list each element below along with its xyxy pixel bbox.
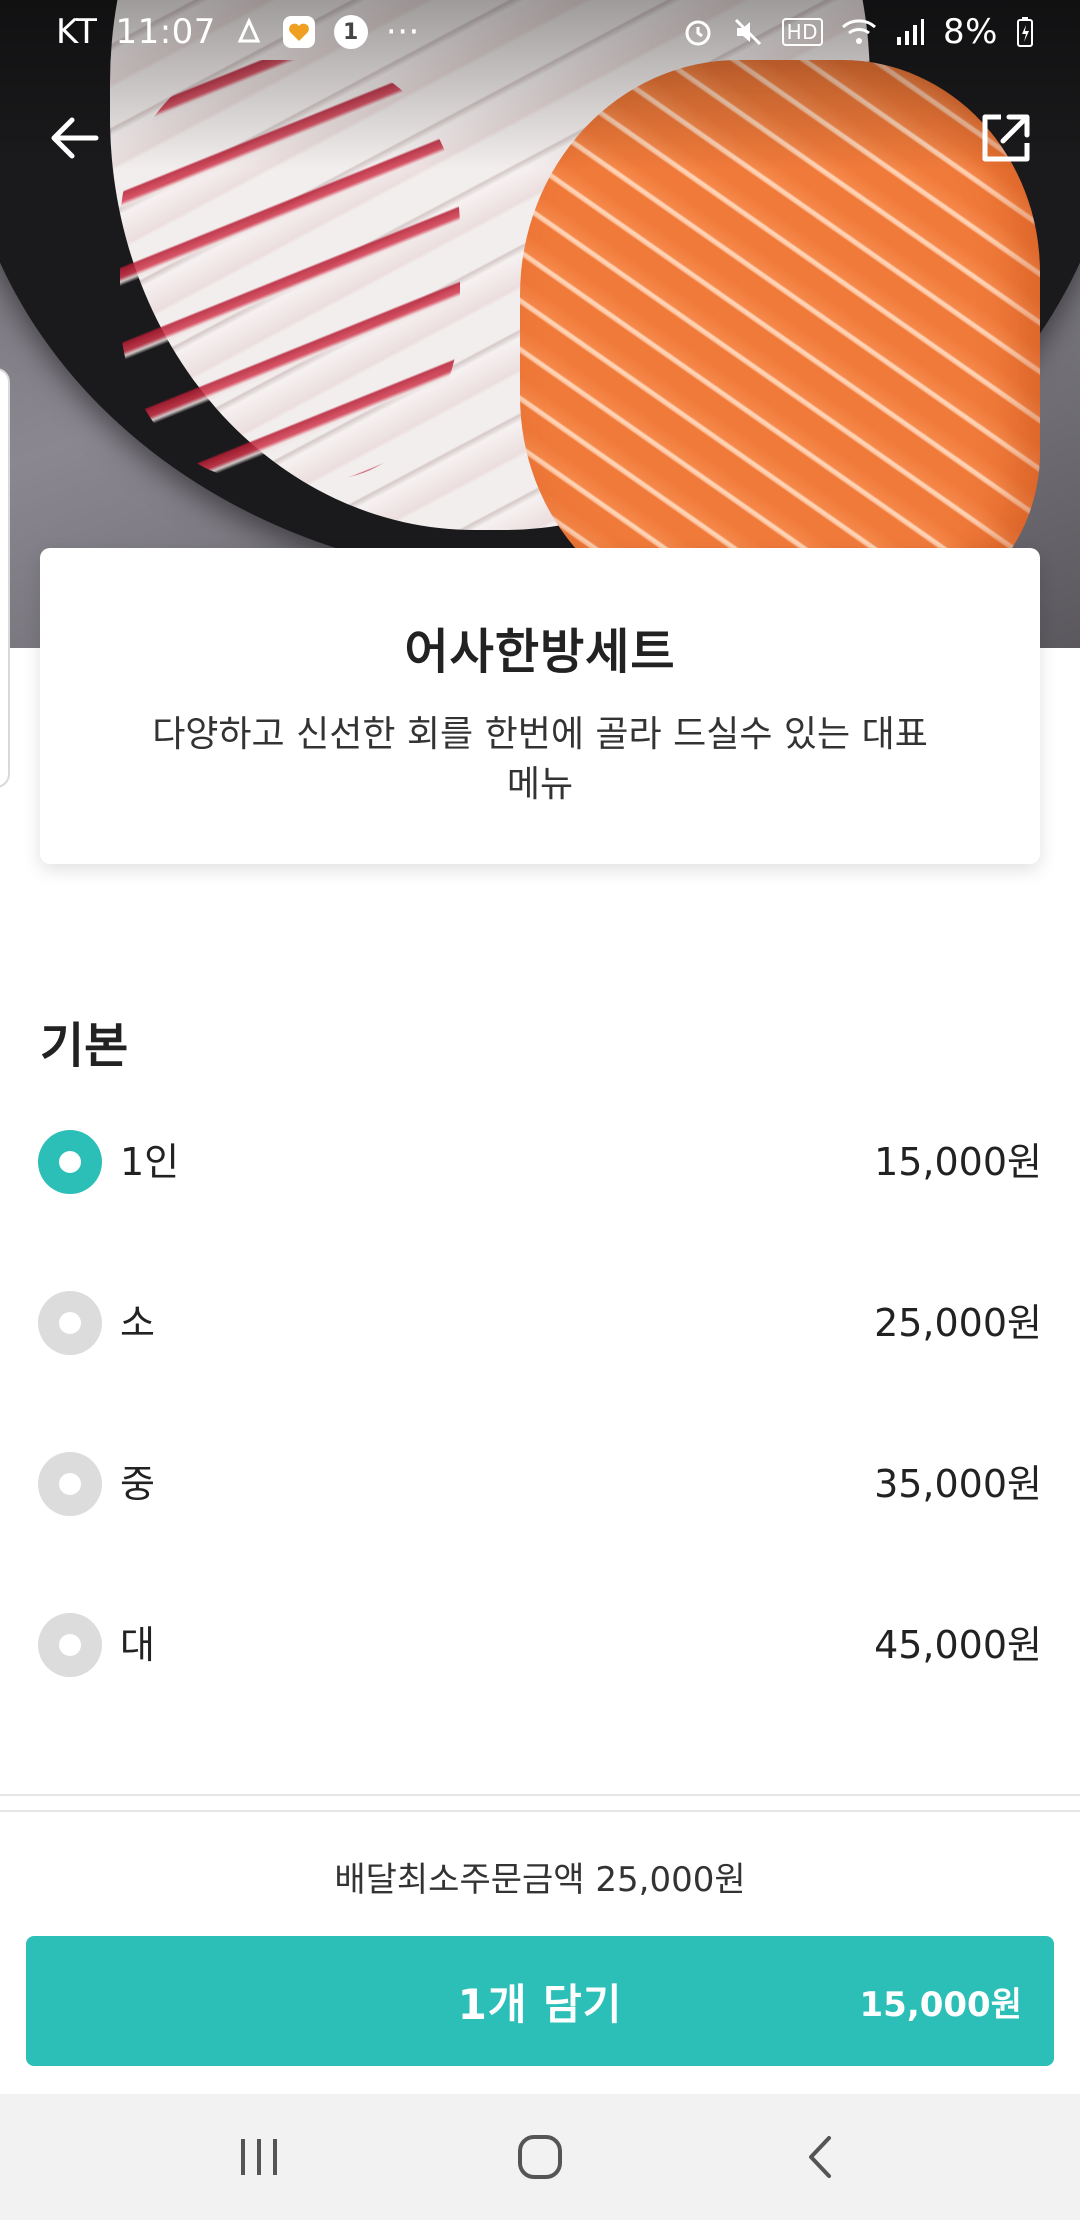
option-row-소[interactable]: 소 25,000원 [38,1291,1042,1452]
home-icon [518,2135,562,2179]
carrier-label: KT [56,12,98,52]
side-panel-edge[interactable] [0,368,10,788]
hd-icon: HD [781,18,824,46]
footer-divider [0,1810,1080,1812]
status-left: KT 11:07 1 ··· [56,12,420,52]
notification-icon [234,17,264,47]
radio-unselected-icon[interactable] [38,1613,102,1677]
wifi-icon [841,17,877,47]
radio-unselected-icon[interactable] [38,1452,102,1516]
back-arrow-icon [51,117,99,159]
alarm-icon [682,16,714,48]
more-notifications-icon: ··· [385,12,420,52]
menu-description: 다양하고 신선한 회를 한번에 골라 드실수 있는 대표메뉴 [152,714,928,805]
heart-app-icon [282,15,316,49]
add-to-cart-label: 1개 담기 [457,1979,623,2029]
menu-info-card: 어사한방세트 다양하고 신선한 회를 한번에 골라 드실수 있는 대표메뉴 [40,548,1040,864]
home-button[interactable] [490,2117,590,2197]
option-label: 1인 [120,1140,180,1184]
min-order-notice: 배달최소주문금액 25,000원 [334,1860,746,1900]
option-list: 1인 15,000원 소 25,000원 중 35,000원 대 45,000원 [38,1130,1042,1774]
app-badge-icon: 1 [333,15,368,49]
system-back-button[interactable] [770,2117,870,2197]
menu-title: 어사한방세트 [404,624,676,680]
status-bar: KT 11:07 1 ··· HD 8% [0,0,1080,64]
option-section-title: 기본 [40,1018,129,1074]
option-price: 25,000원 [874,1301,1042,1345]
radio-unselected-icon[interactable] [38,1291,102,1355]
battery-level: 8% [943,12,998,52]
option-row-중[interactable]: 중 35,000원 [38,1452,1042,1613]
mute-icon [732,16,764,48]
option-row-1인[interactable]: 1인 15,000원 [38,1130,1042,1291]
share-button[interactable] [966,98,1046,178]
clock: 11:07 [115,12,216,52]
option-label: 중 [120,1462,155,1506]
option-price: 35,000원 [874,1462,1042,1506]
system-back-icon [809,2136,831,2178]
option-label: 소 [120,1301,155,1345]
radio-selected-icon[interactable] [38,1130,102,1194]
recents-icon [241,2139,277,2175]
add-to-cart-price: 15,000원 [859,1984,1022,2025]
option-label: 대 [120,1623,155,1667]
add-to-cart-button[interactable]: 1개 담기 15,000원 [26,1936,1054,2066]
signal-icon [895,17,925,47]
menu-detail-screen: KT 11:07 1 ··· HD 8% 어사한방세트 다양하고 신선한 회를 … [0,0,1080,2220]
option-price: 15,000원 [874,1140,1042,1184]
system-nav-bar [0,2094,1080,2220]
footer-divider [0,1794,1080,1796]
option-price: 45,000원 [874,1623,1042,1667]
share-icon [982,114,1030,162]
back-button[interactable] [34,98,114,178]
battery-icon [1016,16,1034,48]
recents-button[interactable] [210,2117,310,2197]
option-row-대[interactable]: 대 45,000원 [38,1613,1042,1774]
status-right: HD 8% [682,12,1034,52]
